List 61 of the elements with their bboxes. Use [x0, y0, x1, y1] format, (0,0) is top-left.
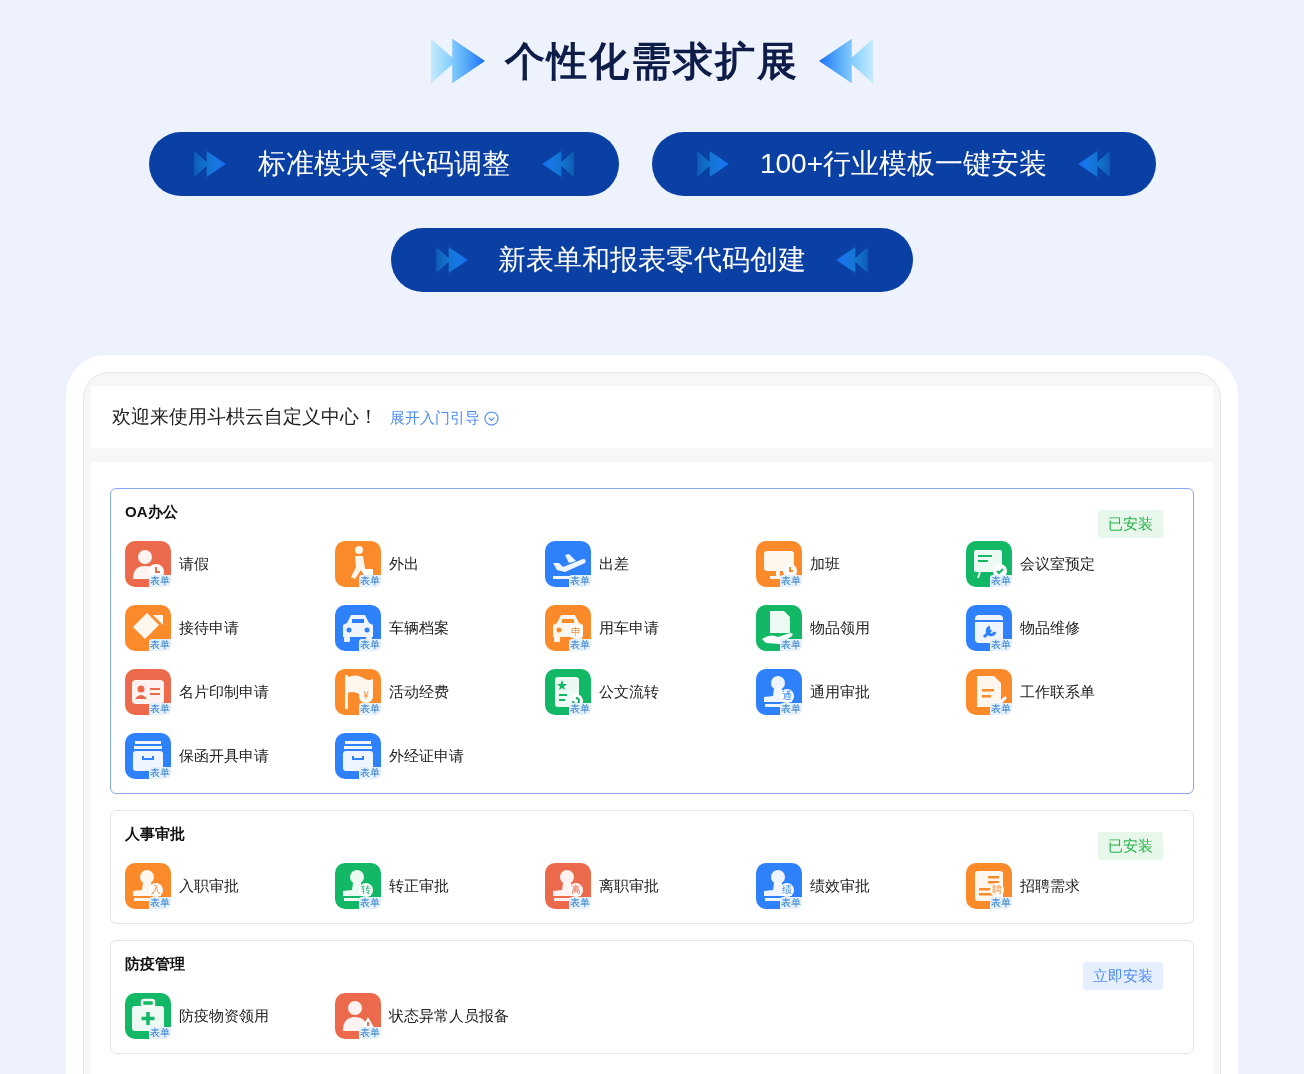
module-card[interactable]: OA办公 已安装 表单 请假 表单 外出 表单 出差 表单 加班 表单 会议室预定 表单 接待申请 表单 车辆档案 申 表单 用车申请 表单 物品领用 表单 物品维修 表单 名片印制申请 ¥ 表单 活动经费 表单 公文流转 通 表单 通用审批 表单 工作联系单 表单 保函开具申请 表单 外经证申请	[110, 488, 1194, 794]
feature-text: 新表单和报表零代码创建	[498, 243, 806, 277]
app-label[interactable]: 公文流转	[599, 680, 659, 704]
installed-badge: 已安装	[1098, 510, 1163, 538]
app-label[interactable]: 保函开具申请	[179, 744, 269, 768]
form-badge: 表单	[149, 639, 171, 651]
module-title: 人事审批	[125, 824, 186, 844]
app-label[interactable]: 物品维修	[1020, 616, 1080, 640]
feature-text: 100+行业模板一键安装	[759, 147, 1048, 181]
app-label[interactable]: 外出	[389, 552, 419, 576]
app-label[interactable]: 活动经费	[389, 680, 449, 704]
form-badge: 表单	[569, 703, 591, 715]
form-badge: 表单	[149, 1027, 171, 1039]
app-label[interactable]: 通用审批	[810, 680, 870, 704]
form-badge: 表单	[780, 703, 802, 715]
module-card[interactable]: 人事审批 已安装 入 表单 入职审批 转 表单 转正审批 离 表单 离职审批 绩 表单 绩效审批 聘 表单 招聘需求	[110, 810, 1194, 924]
feature-text: 标准模块零代码调整	[257, 147, 510, 181]
app-label[interactable]: 出差	[599, 552, 629, 576]
app-label[interactable]: 离职审批	[599, 874, 659, 898]
app-label[interactable]: 加班	[810, 552, 840, 576]
page-title: 个性化需求扩展	[505, 41, 799, 81]
form-badge: 表单	[359, 897, 381, 909]
app-label[interactable]: 车辆档案	[389, 616, 449, 640]
module-title: 防疫管理	[125, 954, 186, 974]
form-badge: 表单	[990, 575, 1012, 587]
form-badge: 表单	[780, 575, 802, 587]
form-badge: 表单	[359, 575, 381, 587]
app-label[interactable]: 请假	[179, 552, 209, 576]
app-label[interactable]: 转正审批	[389, 874, 449, 898]
app-label[interactable]: 招聘需求	[1020, 874, 1080, 898]
form-badge: 表单	[780, 897, 802, 909]
form-badge: 表单	[569, 575, 591, 587]
form-badge: 表单	[569, 897, 591, 909]
form-badge: 表单	[990, 897, 1012, 909]
app-label[interactable]: 状态异常人员报备	[389, 1004, 509, 1028]
module-card[interactable]: 防疫管理 立即安装 表单 防疫物资领用 表单 状态异常人员报备	[110, 940, 1194, 1054]
form-badge: 表单	[359, 1027, 381, 1039]
form-badge: 表单	[990, 703, 1012, 715]
form-badge: 表单	[359, 639, 381, 651]
app-label[interactable]: 接待申请	[179, 616, 239, 640]
form-badge: 表单	[780, 639, 802, 651]
app-label[interactable]: 绩效审批	[810, 874, 870, 898]
form-badge: 表单	[149, 897, 171, 909]
module-title: OA办公	[125, 502, 179, 522]
app-label[interactable]: 外经证申请	[389, 744, 464, 768]
form-badge: 表单	[149, 703, 171, 715]
app-label[interactable]: 物品领用	[810, 616, 870, 640]
form-badge: 表单	[149, 575, 171, 587]
welcome-text: 欢迎来使用斗栱云自定义中心！	[112, 404, 378, 429]
form-badge: 表单	[149, 767, 171, 779]
app-label[interactable]: 工作联系单	[1020, 680, 1095, 704]
app-label[interactable]: 名片印制申请	[179, 680, 269, 704]
app-label[interactable]: 用车申请	[599, 616, 659, 640]
app-label[interactable]: 会议室预定	[1020, 552, 1095, 576]
form-badge: 表单	[990, 639, 1012, 651]
app-label[interactable]: 入职审批	[179, 874, 239, 898]
form-badge: 表单	[359, 767, 381, 779]
form-badge: 表单	[359, 703, 381, 715]
installed-badge: 已安装	[1098, 832, 1163, 860]
form-badge: 表单	[569, 639, 591, 651]
app-label[interactable]: 防疫物资领用	[179, 1004, 269, 1028]
